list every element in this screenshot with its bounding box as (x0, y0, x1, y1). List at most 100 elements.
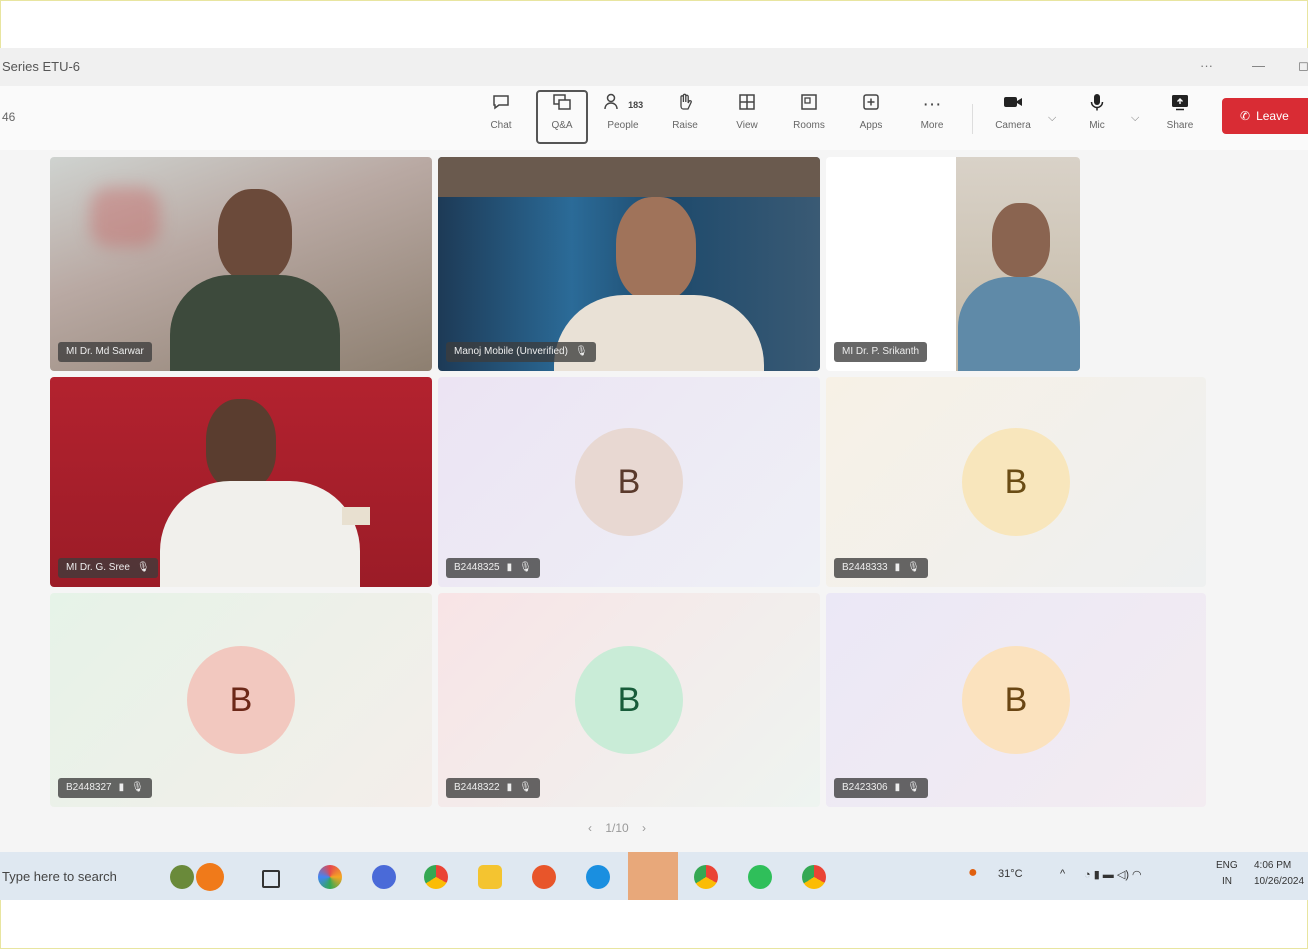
toolbar-divider (972, 104, 973, 134)
share-icon (1155, 92, 1205, 118)
previous-page-button[interactable]: ‹ (588, 821, 592, 835)
mic-options-chevron-icon[interactable]: ⌵ (1131, 112, 1139, 125)
mic-off-icon: 🎙 (131, 782, 144, 793)
apps-button[interactable]: Apps (846, 92, 896, 144)
gallery-pager: ‹ 1/10 › (588, 821, 646, 835)
grid-icon (722, 92, 772, 118)
camera-off-icon: ▮ (118, 782, 125, 793)
mic-off-icon: 🎙 (519, 562, 532, 573)
participant-avatar: B (575, 646, 683, 754)
chrome-profile-icon[interactable] (694, 865, 718, 889)
firefox-icon[interactable] (532, 865, 556, 889)
participant-name: B2448333 ▮ 🎙 (834, 558, 928, 578)
chrome-icon[interactable] (424, 865, 448, 889)
raise-hand-button[interactable]: Raise (660, 92, 710, 144)
more-button[interactable]: ··· More (907, 92, 957, 144)
participant-head (218, 189, 292, 281)
participant-head (992, 203, 1050, 277)
qa-icon (538, 92, 586, 118)
task-view-icon[interactable] (262, 870, 280, 888)
participant-name: Manoj Mobile (Unverified) 🎙 (446, 342, 596, 362)
input-language[interactable]: ENG (1216, 860, 1238, 871)
mic-icon: 🎙 (136, 562, 150, 573)
video-tile[interactable]: MI Dr. G. Sree 🎙 (50, 377, 432, 587)
participant-head (206, 399, 276, 489)
participant-body (170, 275, 340, 371)
chat-icon (476, 92, 526, 118)
participant-avatar: B (187, 646, 295, 754)
view-button[interactable]: View (722, 92, 772, 144)
more-icon: ··· (922, 94, 942, 115)
tray-icons[interactable]: ◔ ▮ ▬ ◁) ◠ (1084, 868, 1142, 881)
participant-body (958, 277, 1080, 371)
camera-options-chevron-icon[interactable]: ⌵ (1048, 112, 1056, 125)
people-button[interactable]: 183 People (598, 92, 648, 144)
mic-icon: 🎙 (574, 346, 588, 357)
hand-icon (660, 92, 710, 118)
participant-body (160, 481, 360, 587)
mic-button[interactable]: Mic (1072, 92, 1122, 144)
qa-button[interactable]: Q&A (536, 90, 588, 144)
next-page-button[interactable]: › (642, 821, 646, 835)
participant-head (616, 197, 696, 301)
ceiling-area (438, 157, 820, 197)
avatar-tile[interactable]: B B2448322 ▮ 🎙 (438, 593, 820, 807)
window-maximize-button[interactable]: ◻ (1298, 58, 1308, 74)
chat-button[interactable]: Chat (476, 92, 526, 144)
file-explorer-icon[interactable] (478, 865, 502, 889)
whatsapp-icon[interactable] (748, 865, 772, 889)
input-region[interactable]: IN (1222, 876, 1232, 887)
taskbar-search-input[interactable]: Type here to search (2, 869, 117, 884)
app-icon[interactable] (372, 865, 396, 889)
page-indicator: 1/10 (605, 821, 629, 835)
mic-icon (1072, 92, 1122, 118)
apps-icon (846, 92, 896, 118)
window-titlebar: Series ETU-6 ··· — ◻ (0, 48, 1308, 86)
participant-name: MI Dr. Md Sarwar (58, 342, 152, 362)
video-tile[interactable]: MI Dr. P. Srikanth (826, 157, 1080, 371)
people-count: 183 (628, 100, 644, 110)
mic-off-icon: 🎙 (519, 782, 532, 793)
window-minimize-button[interactable]: — (1252, 58, 1265, 73)
camera-off-icon: ▮ (894, 782, 901, 793)
participant-avatar: B (575, 428, 683, 536)
weather-temp[interactable]: 31°C (998, 868, 1023, 880)
video-tile[interactable]: MI Dr. Md Sarwar (50, 157, 432, 371)
mic-off-icon: 🎙 (907, 782, 920, 793)
participant-avatar: B (962, 428, 1070, 536)
chrome-icon-2[interactable] (802, 865, 826, 889)
participant-name: MI Dr. G. Sree 🎙 (58, 558, 158, 578)
rooms-icon (784, 92, 834, 118)
camera-button[interactable]: Camera (988, 92, 1038, 144)
avatar-tile[interactable]: B B2423306 ▮ 🎙 (826, 593, 1206, 807)
meeting-timer: 46 (2, 110, 16, 124)
wall-switch (342, 507, 370, 525)
participant-name: B2448327 ▮ 🎙 (58, 778, 152, 798)
participant-name: B2423306 ▮ 🎙 (834, 778, 928, 798)
rooms-button[interactable]: Rooms (784, 92, 834, 144)
camera-icon (988, 92, 1038, 118)
clock-date[interactable]: 10/26/2024 (1254, 876, 1304, 887)
weather-icon: ● (968, 864, 978, 881)
share-button[interactable]: Share (1155, 92, 1205, 144)
avatar-tile[interactable]: B B2448325 ▮ 🎙 (438, 377, 820, 587)
participant-name: B2448325 ▮ 🎙 (446, 558, 540, 578)
leave-button[interactable]: ✆ Leave (1222, 98, 1308, 134)
widget-icon[interactable] (170, 865, 194, 889)
pumpkin-widget-icon[interactable] (196, 863, 224, 891)
avatar-tile[interactable]: B B2448327 ▮ 🎙 (50, 593, 432, 807)
clock-time[interactable]: 4:06 PM (1254, 860, 1291, 871)
camera-off-icon: ▮ (894, 562, 901, 573)
edge-icon[interactable] (586, 865, 610, 889)
window-more-button[interactable]: ··· (1200, 58, 1213, 73)
camera-off-icon: ▮ (506, 562, 513, 573)
people-icon: 183 (598, 92, 648, 118)
participant-name: B2448322 ▮ 🎙 (446, 778, 540, 798)
video-tile[interactable]: Manoj Mobile (Unverified) 🎙 (438, 157, 820, 371)
copilot-icon[interactable] (318, 865, 342, 889)
meeting-toolbar: 46 Chat Q&A 183 People Raise View Rooms … (0, 86, 1308, 150)
teams-active-icon[interactable] (628, 852, 678, 900)
tray-chevron-icon[interactable]: ^ (1060, 868, 1065, 880)
avatar-tile[interactable]: B B2448333 ▮ 🎙 (826, 377, 1206, 587)
taskbar: Type here to search ● 31°C ^ ◔ ▮ ▬ ◁) ◠ … (0, 852, 1308, 900)
